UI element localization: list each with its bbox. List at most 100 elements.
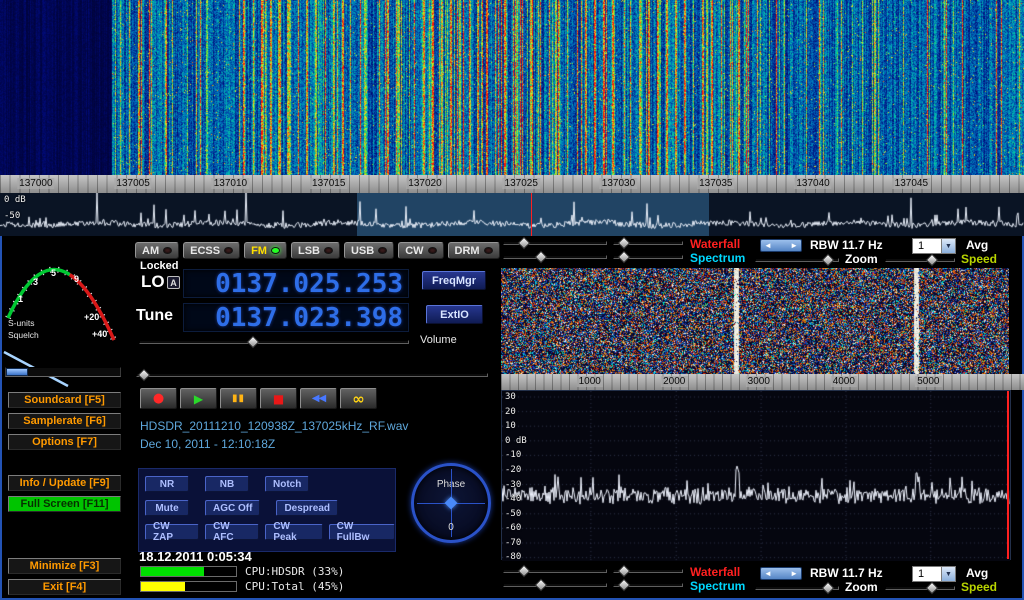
soundcard-button[interactable]: Soundcard [F5] — [8, 392, 121, 408]
chevron-down-icon[interactable]: ▼ — [941, 567, 955, 581]
scroll-right-icon[interactable]: ► — [790, 570, 798, 578]
info-update-button[interactable]: Info / Update [F9] — [8, 475, 121, 491]
squelch-slider[interactable] — [5, 367, 121, 377]
slider-handle[interactable] — [518, 565, 531, 578]
phase-indicator[interactable]: Phase 0 — [411, 463, 491, 543]
waterfall-brightness-slider[interactable] — [503, 241, 607, 245]
slider-handle[interactable] — [822, 254, 835, 267]
slider-handle[interactable] — [617, 251, 630, 264]
speed-slider[interactable] — [885, 586, 955, 590]
spectrum-brightness-slider[interactable] — [503, 583, 607, 587]
mode-am[interactable]: AM — [135, 242, 179, 259]
tuning-slider-handle[interactable] — [138, 369, 151, 382]
mode-drm[interactable]: DRM — [448, 242, 500, 259]
despread-button[interactable]: Despread — [276, 500, 338, 516]
mode-cw[interactable]: CW — [398, 242, 443, 259]
spectrum-label: Spectrum — [690, 251, 745, 265]
freqmgr-button[interactable]: FreqMgr — [422, 271, 486, 290]
mode-ecss[interactable]: ECSS — [183, 242, 240, 259]
play-button[interactable]: ▶ — [180, 388, 217, 409]
ruler-label: 137030 — [600, 178, 637, 189]
waterfall-contrast-slider[interactable] — [613, 241, 683, 245]
avg-select[interactable]: 1 ▼ — [912, 238, 956, 254]
loop-button[interactable]: ∞ — [340, 388, 377, 409]
speed-slider[interactable] — [885, 258, 955, 262]
avg-select[interactable]: 1 ▼ — [912, 566, 956, 582]
slider-handle[interactable] — [926, 582, 939, 595]
record-button[interactable]: ● — [140, 388, 177, 409]
notch-button[interactable]: Notch — [265, 476, 309, 492]
zoom-scrollbar[interactable]: ◄ ► — [760, 239, 802, 252]
cw-peak-button[interactable]: CW Peak — [265, 524, 322, 540]
s-meter-tick-plus40: +40 — [92, 329, 107, 339]
mode-label: CW — [405, 245, 423, 257]
scroll-left-icon[interactable]: ◄ — [764, 570, 772, 578]
audio-waterfall-display[interactable] — [501, 268, 1009, 374]
nr-button[interactable]: NR — [145, 476, 189, 492]
zoom-slider[interactable] — [755, 586, 839, 590]
s-meter-tick-5: 5 — [51, 268, 56, 278]
exit-button[interactable]: Exit [F4] — [8, 579, 121, 595]
cpu-total-bar — [140, 581, 237, 592]
cpu-hdsdr-row: CPU:HDSDR (33%) — [140, 565, 344, 578]
squelch-slider-handle[interactable] — [6, 368, 28, 376]
cw-afc-button[interactable]: CW AFC — [205, 524, 259, 540]
mode-led-icon — [428, 247, 437, 254]
options-button[interactable]: Options [F7] — [8, 434, 121, 450]
ruler-label: 137040 — [794, 178, 831, 189]
nb-button[interactable]: NB — [205, 476, 249, 492]
volume-slider[interactable] — [139, 340, 409, 344]
rewind-button[interactable]: ◀◀ — [300, 388, 337, 409]
cw-fullbw-button[interactable]: CW FullBw — [329, 524, 395, 540]
mode-usb[interactable]: USB — [344, 242, 394, 259]
s-meter: 1 3 5 9 +20 +40 S-units Squelch — [2, 238, 134, 388]
chevron-down-icon[interactable]: ▼ — [941, 239, 955, 253]
slider-handle[interactable] — [617, 237, 630, 250]
s-meter-tick-9: 9 — [74, 274, 79, 284]
agc-button[interactable]: AGC Off — [205, 500, 260, 516]
main-waterfall-display[interactable] — [0, 0, 1024, 175]
ruler-label: 137025 — [503, 178, 540, 189]
tuning-slider[interactable] — [136, 373, 488, 377]
spectrum-contrast-slider[interactable] — [613, 583, 683, 587]
s-meter-tick-plus20: +20 — [84, 312, 99, 322]
lock-a-badge[interactable]: A — [167, 276, 180, 289]
fullscreen-button[interactable]: Full Screen [F11] — [8, 496, 121, 512]
zoom-slider[interactable] — [755, 258, 839, 262]
slider-handle[interactable] — [926, 254, 939, 267]
ruler-label: 137005 — [114, 178, 151, 189]
slider-handle[interactable] — [617, 579, 630, 592]
stop-button[interactable]: ■ — [260, 388, 297, 409]
tune-frequency-display[interactable]: 0137.023.398 — [183, 303, 409, 332]
spectrum-contrast-slider[interactable] — [613, 255, 683, 259]
main-frequency-ruler[interactable]: 137000 137005 137010 137015 137020 13702… — [0, 175, 1024, 193]
scroll-right-icon[interactable]: ► — [790, 242, 798, 250]
audio-spectrum-display[interactable]: 30 20 10 0 dB -10 -20 -30 -40 -50 -60 -7… — [501, 390, 1011, 560]
slider-handle[interactable] — [534, 579, 547, 592]
tune-label: Tune — [136, 307, 173, 325]
cw-zap-button[interactable]: CW ZAP — [145, 524, 199, 540]
mute-button[interactable]: Mute — [145, 500, 189, 516]
waterfall-brightness-slider[interactable] — [503, 569, 607, 573]
lo-frequency-display[interactable]: 0137.025.253 — [183, 269, 409, 298]
slider-handle[interactable] — [617, 565, 630, 578]
extio-button[interactable]: ExtIO — [426, 305, 483, 324]
samplerate-button[interactable]: Samplerate [F6] — [8, 413, 121, 429]
audio-frequency-ruler[interactable]: 1000 2000 3000 4000 5000 — [501, 374, 1024, 390]
volume-slider-handle[interactable] — [246, 336, 259, 349]
mode-fm[interactable]: FM — [244, 242, 287, 259]
mode-led-icon — [324, 247, 333, 254]
slider-handle[interactable] — [518, 237, 531, 250]
rbw-readout: RBW 11.7 Hz — [810, 238, 883, 252]
pause-button[interactable]: ▮▮ — [220, 388, 257, 409]
waterfall-contrast-slider[interactable] — [613, 569, 683, 573]
zoom-scrollbar[interactable]: ◄ ► — [760, 567, 802, 580]
mode-lsb[interactable]: LSB — [291, 242, 340, 259]
slider-handle[interactable] — [822, 582, 835, 595]
db-scale-label: -20 — [505, 465, 521, 475]
main-spectrum-display[interactable]: 0 dB -50 — [0, 193, 1024, 236]
minimize-button[interactable]: Minimize [F3] — [8, 558, 121, 574]
spectrum-brightness-slider[interactable] — [503, 255, 607, 259]
slider-handle[interactable] — [534, 251, 547, 264]
scroll-left-icon[interactable]: ◄ — [764, 242, 772, 250]
